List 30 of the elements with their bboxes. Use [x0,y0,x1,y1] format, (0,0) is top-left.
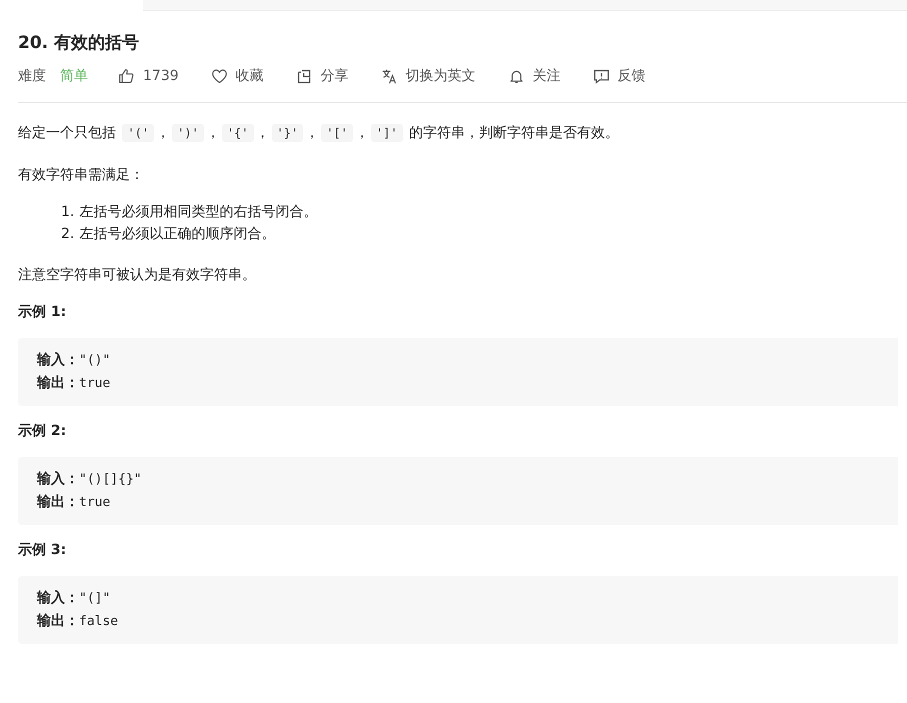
list-number: 2. [61,225,74,244]
example-heading: 示例 1: [18,303,68,322]
difficulty-label: 难度 [18,67,46,85]
example-line: 输入："()" [37,351,112,370]
heart-icon [210,68,228,84]
example-line: 输出：true [37,374,112,393]
favorite-button[interactable]: 收藏 [210,67,264,85]
like-button[interactable]: 1739 [118,68,179,84]
example-line: 输出：true [37,493,112,512]
paragraph: 注意空字符串可被认为是有效字符串。 [18,266,257,285]
share-button[interactable]: 分享 [296,67,349,85]
problem-title: 20. 有效的括号 [18,32,140,55]
example-line: 输入："(]" [37,589,112,608]
example-heading: 示例 2: [18,422,68,441]
paragraph: 给定一个只包括 '(' ， ')' ， '{' ， '}' ， '[' ， ']' 的字符串，判断字符串是否有效。 [18,123,620,144]
difficulty-value: 简单 [60,67,88,85]
translate-button[interactable]: 切换为英文 [380,67,476,85]
translate-icon [380,68,398,84]
list-number: 1. [61,203,74,222]
feedback-button[interactable]: 反馈 [592,67,646,85]
paragraph: 有效字符串需满足： [18,166,145,185]
message-icon [592,68,610,84]
list-item-text: 左括号必须用相同类型的右括号闭合。 [79,203,318,222]
example-line: 输出：false [37,612,120,631]
follow-button[interactable]: 关注 [508,67,561,85]
list-item-text: 左括号必须以正确的顺序闭合。 [79,225,276,244]
example-line: 输入："()[]{}" [37,470,143,489]
thumbs-up-icon [118,68,135,84]
share-icon [296,68,313,84]
example-heading: 示例 3: [18,541,68,560]
